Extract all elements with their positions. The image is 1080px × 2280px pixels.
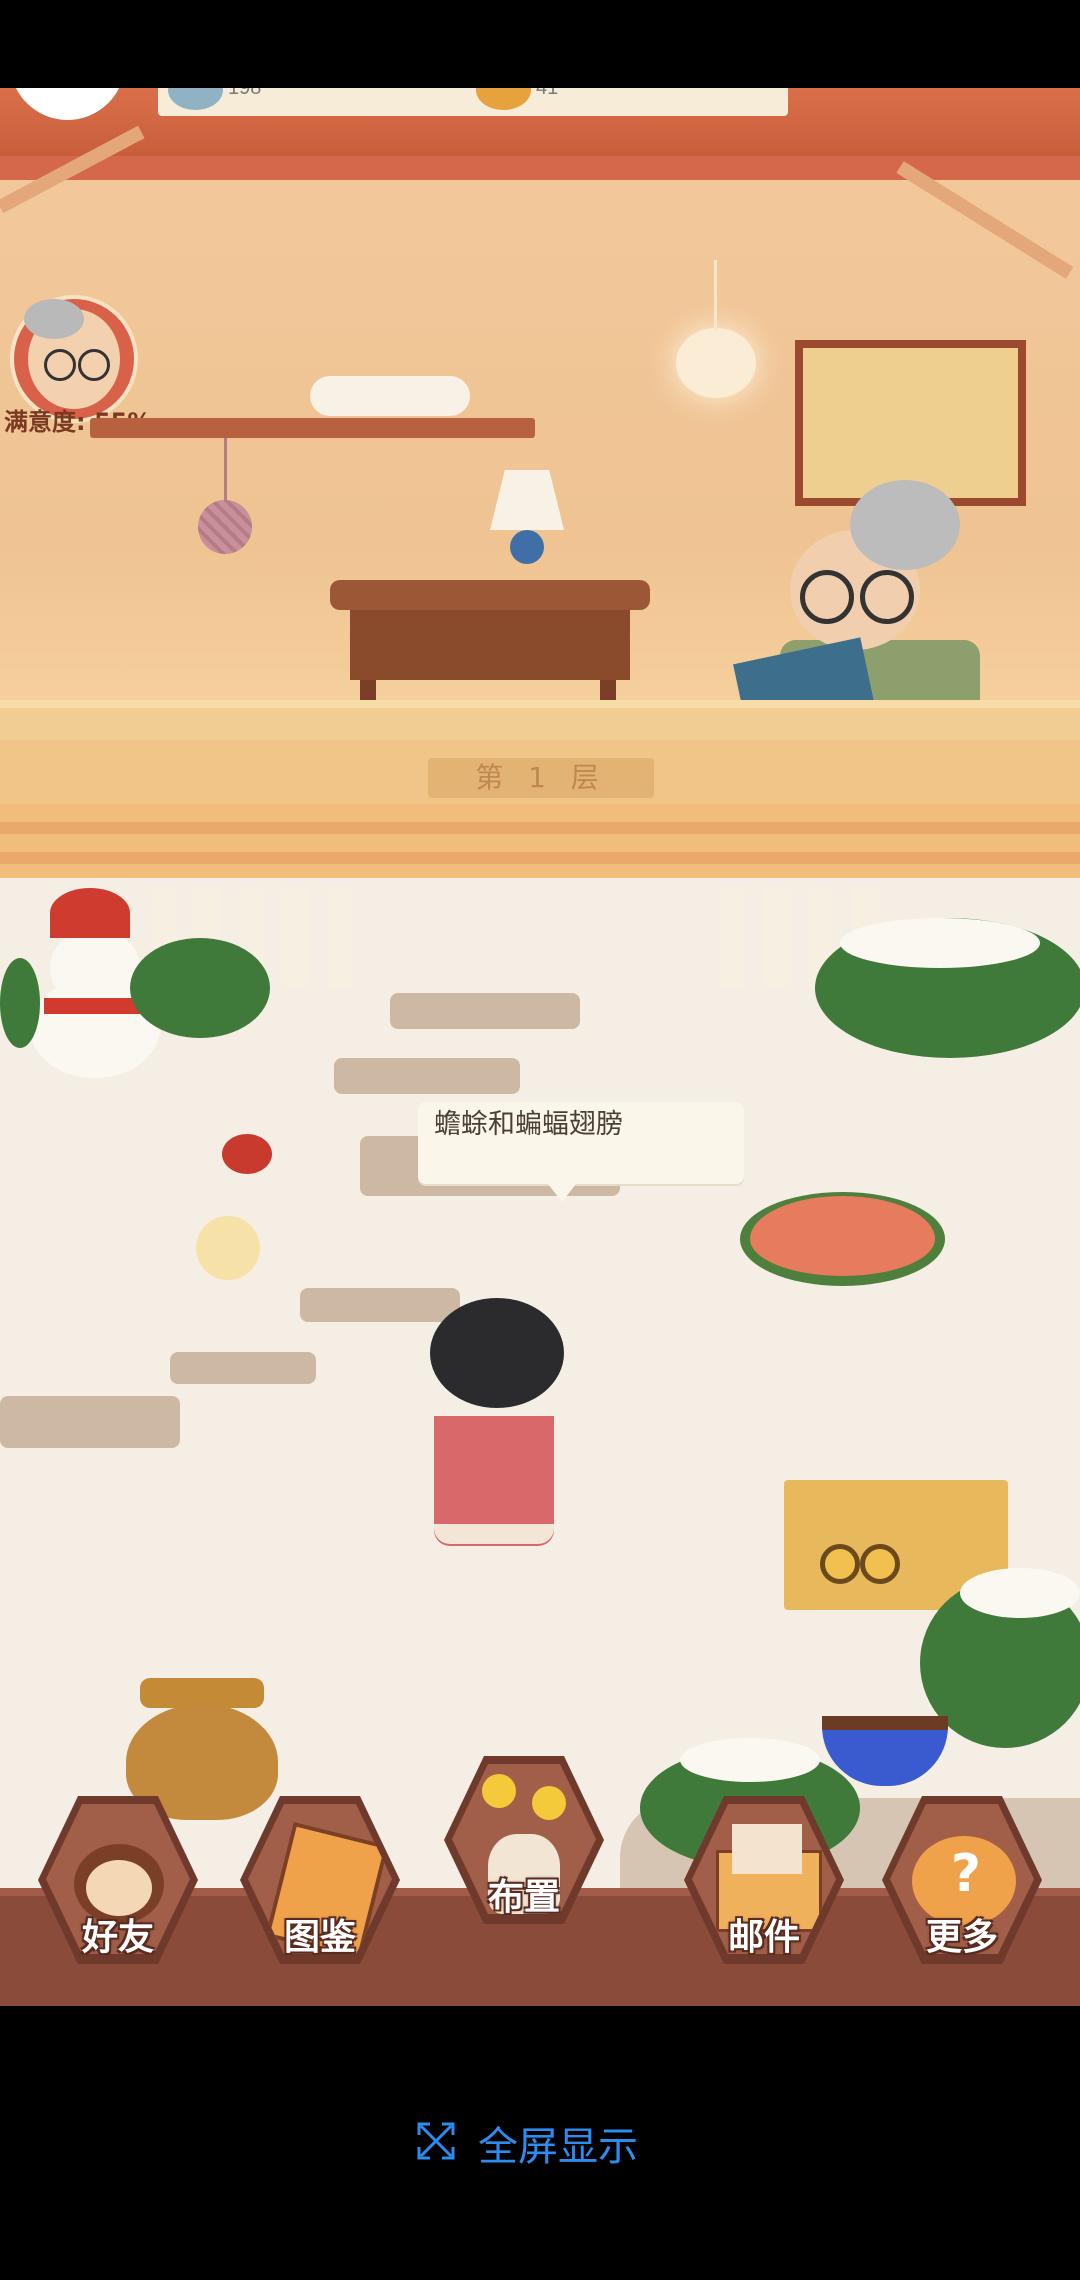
black-cat-in-cup[interactable] [422,1298,572,1558]
ladybug-toy[interactable] [222,1134,272,1174]
fish-icon [168,88,223,110]
menu-mail-button[interactable]: 邮件 [676,1796,846,1974]
speech-bubble-text: 蟾蜍和蝙蝠翅膀 [434,1109,623,1140]
fullscreen-label: 全屏显示 [478,2124,638,2170]
menu-friends-label: 好友 [81,1917,154,1958]
floor-level-sign: 第 1 层 [428,758,654,798]
cream-ball-toy[interactable] [196,1216,260,1280]
cat-bed-pillow[interactable] [310,376,470,416]
player-avatar[interactable] [10,88,125,120]
menu-more-label: 更多 [925,1917,998,1958]
bush-snow [840,918,1040,968]
fullscreen-button[interactable]: 全屏显示 [416,2118,638,2170]
fish-counter[interactable]: 198 [158,88,513,116]
menu-mail-label: 邮件 [727,1917,800,1958]
watermelon-cushion[interactable] [740,1192,945,1286]
menu-catalog-label: 图鉴 [283,1917,356,1958]
resource-bar: 198 41 [0,88,1080,158]
yarn-string [224,438,227,502]
fish-count: 198 [228,88,261,100]
bush-left[interactable] [130,938,270,1038]
expand-icon [416,2121,456,2165]
game-canvas[interactable]: 198 41 满意度: 55% [0,88,1080,2006]
menu-decorate-button[interactable]: 布置 [436,1756,606,1934]
room-interior[interactable]: 满意度: 55% [0,125,1080,818]
coin-icon [476,88,531,110]
menu-decorate-label: 布置 [487,1877,560,1918]
wall-shelf [90,418,535,438]
speech-bubble: 蟾蜍和蝙蝠翅膀 [418,1102,744,1202]
menu-friends-button[interactable]: 好友 [30,1796,200,1974]
yarn-ball[interactable] [198,500,252,554]
lamp-cord [714,260,717,330]
coin-count: 41 [536,88,558,100]
hanging-lamp[interactable] [676,328,756,398]
menu-catalog-button[interactable]: 图鉴 [232,1796,402,1974]
bush-edge-left [0,958,40,1048]
menu-more-button[interactable]: ? 更多 [874,1796,1044,1974]
coin-counter[interactable]: 41 [466,88,788,116]
bush-snow [960,1568,1080,1618]
top-black-bar [0,0,1080,88]
table-lamp[interactable] [490,470,564,580]
stepping-stone [334,1058,520,1094]
stepping-stone [170,1352,316,1384]
bush-snow [680,1738,820,1782]
stepping-stone [0,1396,180,1448]
stepping-stone [390,993,580,1029]
